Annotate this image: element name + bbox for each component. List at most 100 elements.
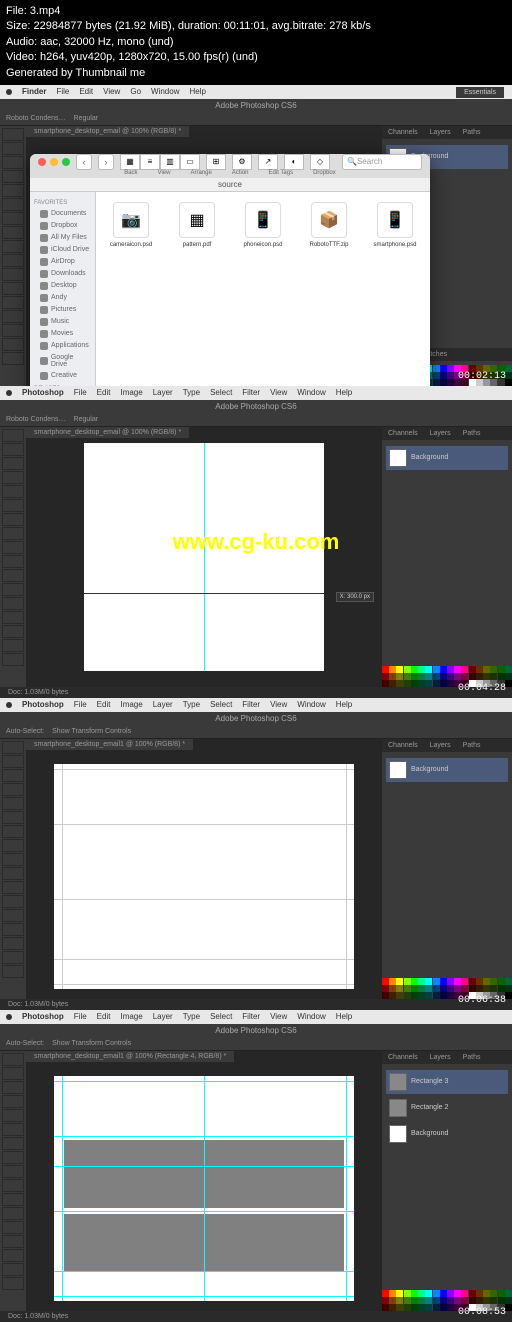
color-swatch[interactable] bbox=[476, 673, 483, 680]
zoom-button[interactable] bbox=[62, 158, 70, 166]
brush-tool[interactable] bbox=[2, 212, 24, 225]
tool-button[interactable] bbox=[2, 611, 24, 624]
sidebar-item[interactable]: Google Drive bbox=[34, 352, 91, 370]
tool-button[interactable] bbox=[2, 1221, 24, 1234]
color-swatch[interactable] bbox=[411, 1290, 418, 1297]
color-swatch[interactable] bbox=[476, 985, 483, 992]
menu-window[interactable]: Window bbox=[151, 87, 179, 96]
color-swatch[interactable] bbox=[382, 985, 389, 992]
app-name[interactable]: Photoshop bbox=[22, 1012, 64, 1021]
color-swatch[interactable] bbox=[498, 673, 505, 680]
menu-image[interactable]: Image bbox=[120, 700, 142, 709]
tool-button[interactable] bbox=[2, 1151, 24, 1164]
menu-filter[interactable]: Filter bbox=[242, 1012, 260, 1021]
color-swatch[interactable] bbox=[418, 1290, 425, 1297]
menu-view[interactable]: View bbox=[103, 87, 120, 96]
menu-help[interactable]: Help bbox=[336, 388, 352, 397]
color-swatch[interactable] bbox=[389, 1290, 396, 1297]
tool-button[interactable] bbox=[2, 1067, 24, 1080]
menu-file[interactable]: File bbox=[74, 1012, 87, 1021]
tool-button[interactable] bbox=[2, 499, 24, 512]
wand-tool[interactable] bbox=[2, 170, 24, 183]
sidebar-item[interactable]: AirDrop bbox=[34, 256, 91, 268]
color-swatch[interactable] bbox=[476, 666, 483, 673]
canvas-area[interactable]: smartphone_desktop_email1 @ 100% (RGB/8)… bbox=[26, 739, 382, 999]
color-swatch[interactable] bbox=[389, 1304, 396, 1311]
color-swatch[interactable] bbox=[418, 680, 425, 687]
menu-type[interactable]: Type bbox=[183, 388, 200, 397]
menu-layer[interactable]: Layer bbox=[153, 700, 173, 709]
color-swatch[interactable] bbox=[469, 666, 476, 673]
tags-button[interactable]: ◐ bbox=[284, 154, 304, 170]
tool-button[interactable] bbox=[2, 527, 24, 540]
color-swatch[interactable] bbox=[505, 666, 512, 673]
tool-button[interactable] bbox=[2, 755, 24, 768]
tool-button[interactable] bbox=[2, 853, 24, 866]
color-swatch[interactable] bbox=[425, 680, 432, 687]
color-swatch[interactable] bbox=[382, 1290, 389, 1297]
menu-go[interactable]: Go bbox=[130, 87, 141, 96]
channels-tab[interactable]: Channels bbox=[382, 126, 424, 139]
document-tab[interactable]: smartphone_desktop_email @ 100% (RGB/8) … bbox=[26, 427, 189, 438]
tool-button[interactable] bbox=[2, 769, 24, 782]
color-swatch[interactable] bbox=[505, 673, 512, 680]
color-swatch[interactable] bbox=[418, 992, 425, 999]
color-swatch[interactable] bbox=[454, 978, 461, 985]
canvas[interactable] bbox=[84, 443, 324, 671]
color-swatch[interactable] bbox=[440, 985, 447, 992]
color-swatch[interactable] bbox=[433, 1290, 440, 1297]
menu-view[interactable]: View bbox=[270, 1012, 287, 1021]
layers-tab[interactable]: Layers bbox=[424, 126, 457, 139]
color-swatch[interactable] bbox=[425, 985, 432, 992]
tool-button[interactable] bbox=[2, 1263, 24, 1276]
color-swatch[interactable] bbox=[447, 379, 454, 386]
color-swatch[interactable] bbox=[440, 1290, 447, 1297]
sidebar-item[interactable]: iCloud Drive bbox=[34, 244, 91, 256]
tool-button[interactable] bbox=[2, 783, 24, 796]
color-swatch[interactable] bbox=[411, 978, 418, 985]
color-swatch[interactable] bbox=[483, 1297, 490, 1304]
tool-button[interactable] bbox=[2, 895, 24, 908]
color-swatch[interactable] bbox=[411, 1304, 418, 1311]
workspace-switcher[interactable]: Essentials bbox=[456, 87, 504, 98]
type-tool[interactable] bbox=[2, 296, 24, 309]
color-swatch[interactable] bbox=[440, 372, 447, 379]
color-swatch[interactable] bbox=[498, 666, 505, 673]
color-swatch[interactable] bbox=[425, 1297, 432, 1304]
sidebar-item[interactable]: Applications bbox=[34, 340, 91, 352]
action-button[interactable]: ⚙ bbox=[232, 154, 252, 170]
color-swatch[interactable] bbox=[411, 673, 418, 680]
layers-tab[interactable]: Layers bbox=[424, 1051, 457, 1064]
menu-filter[interactable]: Filter bbox=[242, 700, 260, 709]
color-swatch[interactable] bbox=[396, 1290, 403, 1297]
tool-button[interactable] bbox=[2, 811, 24, 824]
color-swatch[interactable] bbox=[461, 1297, 468, 1304]
menu-file[interactable]: File bbox=[56, 87, 69, 96]
app-name[interactable]: Finder bbox=[22, 87, 46, 96]
color-swatch[interactable] bbox=[425, 978, 432, 985]
guide[interactable] bbox=[54, 959, 354, 960]
tool-button[interactable] bbox=[2, 965, 24, 978]
tool-button[interactable] bbox=[2, 797, 24, 810]
color-swatch[interactable] bbox=[411, 992, 418, 999]
color-swatch[interactable] bbox=[418, 666, 425, 673]
color-swatch[interactable] bbox=[490, 1297, 497, 1304]
shape-tool[interactable] bbox=[2, 324, 24, 337]
color-swatch[interactable] bbox=[440, 673, 447, 680]
file-item[interactable]: 📷cameraicon.psd bbox=[106, 202, 156, 248]
color-swatch[interactable] bbox=[498, 1290, 505, 1297]
sidebar-item[interactable]: Pictures bbox=[34, 304, 91, 316]
forward-button[interactable]: › bbox=[98, 154, 114, 170]
color-swatch[interactable] bbox=[454, 673, 461, 680]
color-swatch[interactable] bbox=[404, 1304, 411, 1311]
color-swatch[interactable] bbox=[447, 666, 454, 673]
layer-background[interactable]: Background bbox=[386, 446, 508, 470]
layers-tab[interactable]: Layers bbox=[424, 739, 457, 752]
color-swatch[interactable] bbox=[447, 365, 454, 372]
menu-window[interactable]: Window bbox=[297, 700, 325, 709]
file-item[interactable]: 📦RobotoTTF.zip bbox=[304, 202, 354, 248]
sidebar-item[interactable]: Andy bbox=[34, 292, 91, 304]
color-swatch[interactable] bbox=[382, 978, 389, 985]
app-name[interactable]: Photoshop bbox=[22, 700, 64, 709]
tool-button[interactable] bbox=[2, 867, 24, 880]
